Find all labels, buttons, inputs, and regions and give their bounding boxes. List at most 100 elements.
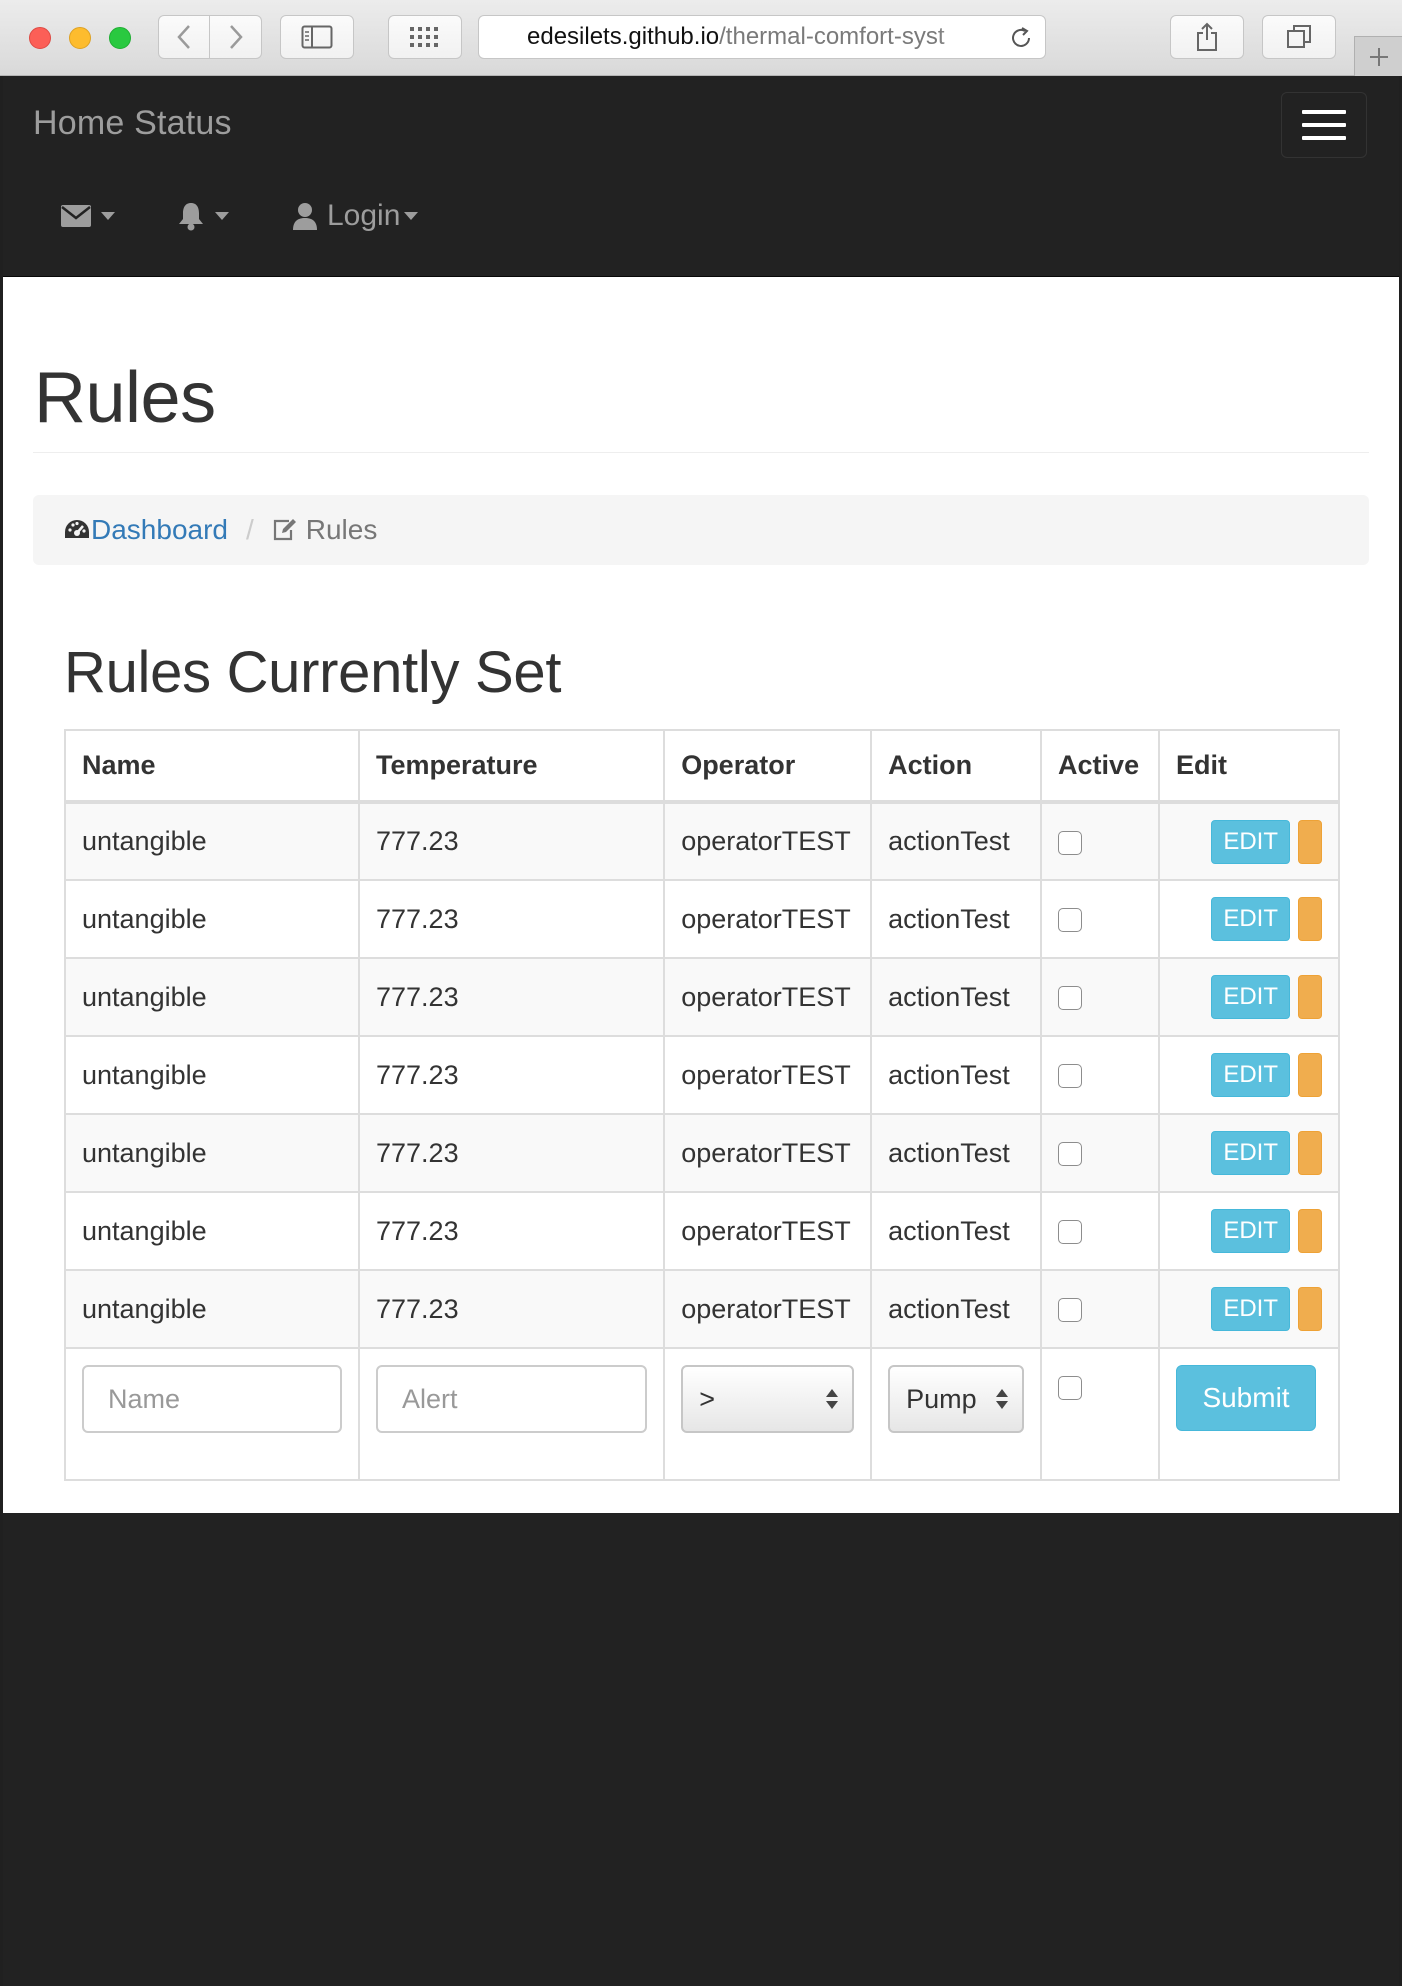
share-button[interactable] — [1170, 15, 1244, 59]
new-rule-form-row: Name Alert > Pump Submit — [64, 1347, 1340, 1481]
operator-select[interactable]: > — [681, 1365, 855, 1433]
table-row: untangible 777.23 operatorTEST actionTes… — [64, 957, 1340, 1037]
chevron-right-icon — [229, 25, 243, 49]
breadcrumb-current: Rules — [272, 514, 378, 546]
page-title: Rules — [34, 358, 216, 438]
submit-button[interactable]: Submit — [1176, 1365, 1317, 1431]
cell-operator: operatorTEST — [663, 879, 873, 959]
cell-action: actionTest — [870, 957, 1043, 1037]
warning-button[interactable] — [1298, 975, 1322, 1019]
active-checkbox[interactable] — [1058, 986, 1083, 1011]
action-select[interactable]: Pump — [888, 1365, 1025, 1433]
table-header-row: Name Temperature Operator Action Active … — [64, 729, 1340, 804]
cell-active — [1040, 1269, 1161, 1349]
action-select-value: Pump — [906, 1383, 977, 1414]
close-window-button[interactable] — [29, 27, 51, 49]
reload-icon[interactable] — [1009, 26, 1033, 50]
user-dropdown[interactable]: Login — [293, 194, 419, 238]
messages-dropdown[interactable] — [61, 194, 115, 238]
edit-button[interactable]: EDIT — [1211, 1131, 1290, 1175]
alerts-dropdown[interactable] — [177, 194, 229, 238]
operator-select-value: > — [699, 1383, 715, 1414]
cell-action: actionTest — [870, 801, 1043, 881]
alert-input[interactable]: Alert — [376, 1365, 648, 1433]
warning-button[interactable] — [1298, 1209, 1322, 1253]
back-button[interactable] — [158, 15, 210, 59]
cell-action: actionTest — [870, 1113, 1043, 1193]
cell-active — [1040, 957, 1161, 1037]
header-operator: Operator — [663, 729, 873, 804]
form-cell-action: Pump — [870, 1347, 1043, 1481]
form-cell-submit: Submit — [1158, 1347, 1340, 1481]
warning-button[interactable] — [1298, 897, 1322, 941]
cell-name: untangible — [64, 957, 360, 1037]
form-cell-alert: Alert — [357, 1347, 666, 1481]
active-checkbox[interactable] — [1058, 1064, 1083, 1089]
navbar-toggle-button[interactable] — [1281, 92, 1367, 158]
cell-action: actionTest — [870, 879, 1043, 959]
breadcrumb-current-label: Rules — [305, 514, 378, 545]
cell-active — [1040, 1191, 1161, 1271]
rules-table: Name Temperature Operator Action Active … — [64, 729, 1340, 1481]
sidebar-toggle-button[interactable] — [280, 15, 354, 59]
warning-button[interactable] — [1298, 819, 1322, 864]
user-icon — [293, 203, 317, 230]
minimize-window-button[interactable] — [69, 27, 91, 49]
cell-action: actionTest — [870, 1035, 1043, 1115]
name-input[interactable]: Name — [82, 1365, 342, 1433]
cell-name: untangible — [64, 1269, 360, 1349]
show-tabs-button[interactable] — [1262, 15, 1336, 59]
breadcrumb-dashboard-link[interactable]: Dashboard — [63, 514, 228, 546]
edit-icon — [273, 519, 296, 541]
cell-operator: operatorTEST — [663, 1269, 873, 1349]
forward-button[interactable] — [210, 15, 262, 59]
cell-active — [1040, 801, 1161, 881]
cell-temperature: 777.23 — [357, 1035, 666, 1115]
cell-name: untangible — [64, 801, 360, 881]
cell-active — [1040, 879, 1161, 959]
chevron-left-icon — [177, 25, 190, 49]
warning-button[interactable] — [1298, 1287, 1322, 1331]
header-temperature: Temperature — [357, 729, 666, 804]
login-label: Login — [327, 199, 401, 232]
edit-button[interactable]: EDIT — [1211, 819, 1290, 864]
sidebar-icon — [301, 25, 333, 49]
plus-icon — [1369, 47, 1388, 66]
cell-action: actionTest — [870, 1269, 1043, 1349]
active-checkbox[interactable] — [1058, 1298, 1083, 1323]
url-host: edesilets.github.io — [527, 23, 720, 50]
warning-button[interactable] — [1298, 1053, 1322, 1097]
address-bar[interactable]: edesilets.github.io/thermal-comfort-syst — [478, 15, 1046, 59]
cell-edit: EDIT — [1158, 1191, 1340, 1271]
active-checkbox[interactable] — [1058, 1142, 1083, 1167]
table-row: untangible 777.23 operatorTEST actionTes… — [64, 1035, 1340, 1115]
new-tab-button[interactable] — [1354, 36, 1402, 76]
cell-edit: EDIT — [1158, 879, 1340, 959]
new-rule-active-checkbox[interactable] — [1058, 1375, 1083, 1400]
select-arrows-icon — [826, 1389, 839, 1409]
page-footer — [3, 1513, 1399, 1986]
warning-button[interactable] — [1298, 1131, 1322, 1175]
cell-active — [1040, 1113, 1161, 1193]
cell-temperature: 777.23 — [357, 1191, 666, 1271]
edit-button[interactable]: EDIT — [1211, 1209, 1290, 1253]
share-icon — [1197, 22, 1217, 51]
cell-temperature: 777.23 — [357, 879, 666, 959]
cell-action: actionTest — [870, 1191, 1043, 1271]
active-checkbox[interactable] — [1058, 1220, 1083, 1245]
zoom-window-button[interactable] — [109, 27, 131, 49]
cell-temperature: 777.23 — [357, 1113, 666, 1193]
page-viewport: Home Status Login Rules Dashboard / Rule… — [3, 76, 1399, 1986]
cell-edit: EDIT — [1158, 1035, 1340, 1115]
top-sites-button[interactable] — [388, 15, 462, 59]
edit-button[interactable]: EDIT — [1211, 1053, 1290, 1097]
active-checkbox[interactable] — [1058, 908, 1083, 933]
navbar-brand[interactable]: Home Status — [33, 104, 232, 143]
edit-button[interactable]: EDIT — [1211, 975, 1290, 1019]
edit-button[interactable]: EDIT — [1211, 1287, 1290, 1331]
active-checkbox[interactable] — [1058, 830, 1083, 855]
cell-operator: operatorTEST — [663, 957, 873, 1037]
table-row: untangible 777.23 operatorTEST actionTes… — [64, 1191, 1340, 1271]
edit-button[interactable]: EDIT — [1211, 897, 1290, 941]
header-name: Name — [64, 729, 360, 804]
